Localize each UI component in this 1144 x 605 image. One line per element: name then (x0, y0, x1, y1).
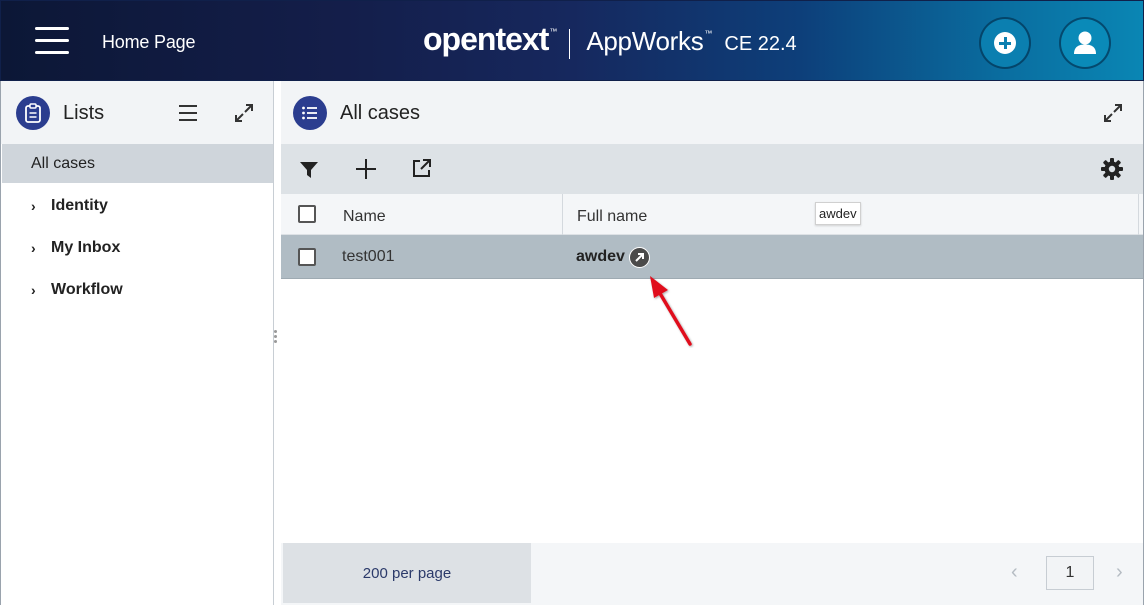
app-header: Home Page opentext ™ AppWorks ™ CE 22.4 (0, 0, 1144, 81)
table-header: Name Full name awdev (281, 194, 1143, 235)
add-icon[interactable] (355, 158, 377, 185)
cases-panel-header: All cases (281, 81, 1143, 144)
pagination-footer: 200 per page ‹ 1 › (281, 543, 1143, 605)
product-version: CE 22.4 (724, 33, 797, 55)
plus-circle-icon (994, 32, 1016, 54)
expand-icon[interactable] (234, 103, 254, 128)
cases-panel: All cases Name Full name awdev test001 a… (281, 81, 1144, 605)
user-icon (1074, 31, 1096, 54)
product-name: AppWorks (586, 26, 704, 56)
tooltip: awdev (815, 202, 861, 225)
sidebar-item-label: Identity (51, 197, 108, 214)
page-number[interactable]: 1 (1046, 556, 1094, 590)
hamburger-menu-icon[interactable] (35, 27, 69, 55)
clipboard-icon (16, 96, 50, 130)
lists-panel: Lists All cases › Identity › My Inbox › … (0, 81, 274, 605)
lists-panel-header: Lists (1, 81, 273, 144)
cell-full-name[interactable]: awdev (576, 248, 625, 266)
export-icon[interactable] (412, 158, 432, 183)
brand-name: opentext (423, 21, 549, 57)
table-row[interactable]: test001 awdev (281, 235, 1143, 279)
sidebar-item-my-inbox[interactable]: › My Inbox (2, 228, 273, 267)
expand-icon[interactable] (1103, 103, 1123, 128)
column-divider[interactable] (562, 194, 563, 235)
next-page-icon[interactable]: › (1116, 561, 1123, 584)
row-checkbox[interactable] (298, 248, 316, 266)
brand-divider (569, 28, 571, 59)
column-header-full-name[interactable]: Full name (577, 208, 647, 226)
chevron-right-icon: › (31, 198, 36, 214)
sidebar-item-label: My Inbox (51, 239, 121, 256)
brand-trademark: ™ (549, 27, 558, 36)
sidebar-item-identity[interactable]: › Identity (2, 186, 273, 225)
brand-logo: opentext ™ AppWorks ™ CE 22.4 (423, 21, 797, 59)
panel-resize-handle[interactable] (273, 330, 279, 350)
filter-icon[interactable] (299, 160, 319, 185)
cell-name: test001 (342, 248, 395, 265)
page-title: Home Page (102, 32, 196, 52)
per-page-selector[interactable]: 200 per page (283, 543, 531, 603)
column-divider[interactable] (1138, 194, 1139, 235)
sidebar-item-all-cases[interactable]: All cases (2, 144, 273, 183)
annotation-arrow-icon (640, 268, 700, 353)
sidebar-item-workflow[interactable]: › Workflow (2, 270, 273, 309)
chevron-right-icon: › (31, 282, 36, 298)
create-new-button[interactable] (979, 17, 1031, 69)
select-all-checkbox[interactable] (298, 205, 316, 223)
open-link-icon[interactable] (629, 247, 650, 268)
list-icon (293, 96, 327, 130)
sidebar-item-label: All cases (31, 155, 96, 172)
chevron-right-icon: › (31, 240, 36, 256)
product-trademark: ™ (704, 29, 713, 38)
settings-icon[interactable] (1101, 158, 1123, 185)
previous-page-icon[interactable]: ‹ (1011, 561, 1018, 584)
lists-title: Lists (63, 102, 105, 124)
column-header-name[interactable]: Name (343, 208, 386, 226)
cases-toolbar (281, 144, 1143, 194)
sidebar-item-label: Workflow (51, 281, 123, 298)
user-profile-button[interactable] (1059, 17, 1111, 69)
cases-title: All cases (340, 102, 421, 124)
list-options-icon[interactable] (179, 105, 197, 121)
